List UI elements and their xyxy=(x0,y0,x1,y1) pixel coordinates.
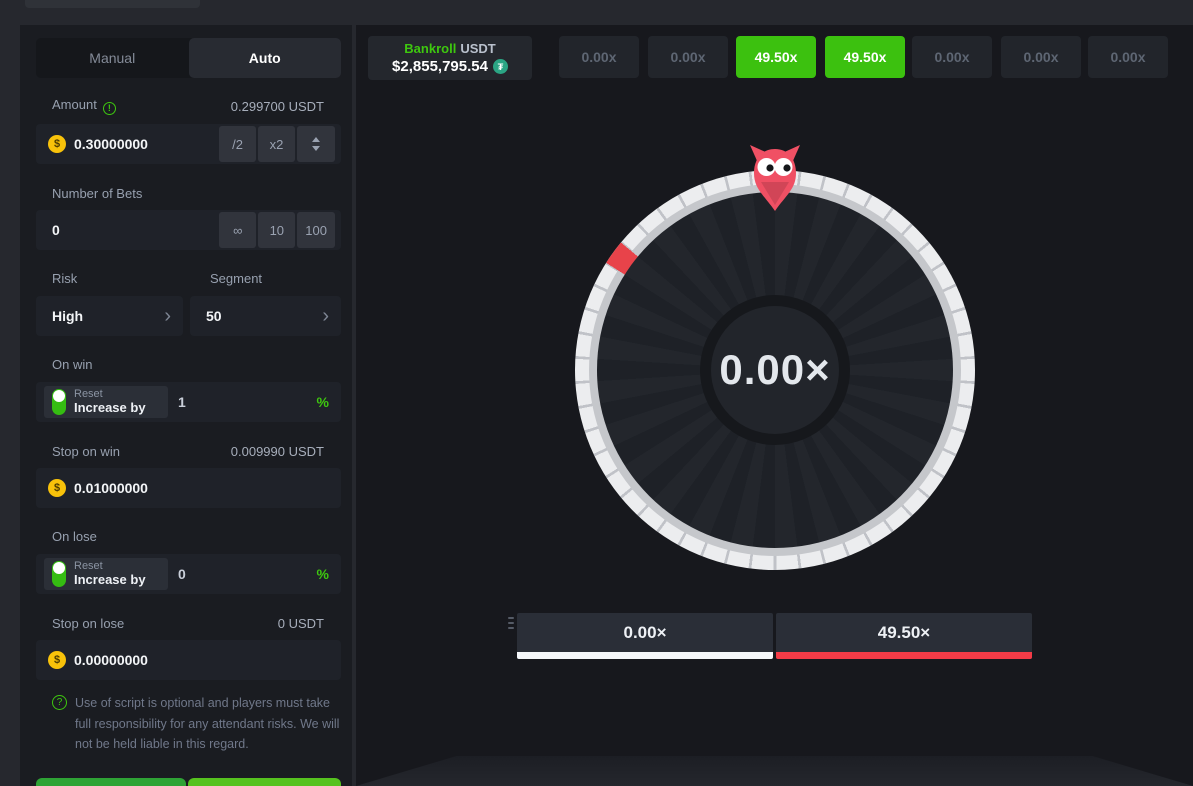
result-bar-win: 49.50× xyxy=(776,613,1032,659)
bankroll-currency: USDT xyxy=(460,41,495,56)
chevron-right-icon: › xyxy=(322,306,329,326)
stop-on-win-converted: 0.009990 USDT xyxy=(231,444,324,459)
on-win-increase-option[interactable]: Increase by xyxy=(74,401,146,416)
amount-label: Amount! xyxy=(52,97,116,115)
on-win-percent-sign: % xyxy=(317,382,329,422)
toggle-pill-icon xyxy=(52,389,66,415)
bankroll-label: Bankroll xyxy=(404,41,456,56)
bets-infinity-button[interactable]: ∞ xyxy=(219,212,256,248)
stop-on-win-label-row: Stop on win 0.009990 USDT xyxy=(52,443,324,459)
coin-icon: $ xyxy=(48,135,66,153)
mode-tabs: Manual Auto xyxy=(36,38,341,78)
number-of-bets-input[interactable]: 0 ∞ 10 100 xyxy=(36,210,341,250)
on-lose-toggle[interactable]: Reset Increase by xyxy=(44,558,168,590)
amount-value: 0.30000000 xyxy=(74,136,219,152)
risk-label: Risk xyxy=(52,271,77,286)
top-nav-stub xyxy=(25,0,200,8)
coin-icon: $ xyxy=(48,651,66,669)
owl-pointer-icon xyxy=(748,145,802,215)
risk-value: High xyxy=(52,308,83,324)
wheel: 0.00× xyxy=(575,170,975,570)
number-of-bets-value: 0 xyxy=(52,222,219,238)
result-bar-lose: 0.00× xyxy=(517,613,773,659)
risk-select[interactable]: High › xyxy=(36,296,183,336)
tab-auto[interactable]: Auto xyxy=(189,38,342,78)
bets-label-row: Number of Bets xyxy=(52,185,324,201)
recent-multiplier-2[interactable]: 0.00x xyxy=(648,36,728,78)
stop-on-win-value: 0.01000000 xyxy=(74,480,341,496)
on-win-value[interactable]: 1 xyxy=(178,382,186,422)
amount-label-row: Amount! 0.299700 USDT xyxy=(52,98,324,114)
bet-control-sidebar: Manual Auto Amount! 0.299700 USDT $ 0.30… xyxy=(20,25,352,786)
on-win-label: On win xyxy=(52,357,92,372)
bets-100-button[interactable]: 100 xyxy=(297,212,335,248)
segment-select[interactable]: 50 › xyxy=(190,296,341,336)
amount-converted: 0.299700 USDT xyxy=(231,99,324,114)
stage-floor xyxy=(356,756,1193,786)
recent-multiplier-6[interactable]: 0.00x xyxy=(1001,36,1081,78)
stop-on-lose-label: Stop on lose xyxy=(52,616,124,631)
step-up-icon xyxy=(312,137,320,142)
result-bar-win-label: 49.50× xyxy=(776,613,1032,652)
toggle-knob xyxy=(53,562,65,574)
stop-on-win-label: Stop on win xyxy=(52,444,120,459)
coin-icon: $ xyxy=(48,479,66,497)
toggle-pill-icon xyxy=(52,561,66,587)
grip-icon xyxy=(508,617,514,629)
toggle-knob xyxy=(53,390,65,402)
question-icon: ? xyxy=(52,695,67,710)
recent-multiplier-3[interactable]: 49.50x xyxy=(736,36,816,78)
on-win-row: Reset Increase by 1 % xyxy=(36,382,341,422)
result-bar-win-underline xyxy=(776,652,1032,659)
bets-10-button[interactable]: 10 xyxy=(258,212,295,248)
start-autobet-button[interactable] xyxy=(188,778,341,786)
step-down-icon xyxy=(312,146,320,151)
info-icon: ! xyxy=(103,102,116,115)
stop-on-lose-label-row: Stop on lose 0 USDT xyxy=(52,615,324,631)
game-area: Bankroll USDT $2,855,795.54 ₮ 0.00x 0.00x… xyxy=(356,25,1193,786)
amount-input[interactable]: $ 0.30000000 /2 x2 xyxy=(36,124,341,164)
on-lose-reset-option[interactable]: Reset xyxy=(74,560,146,573)
result-bar-lose-underline xyxy=(517,652,773,659)
segment-value: 50 xyxy=(206,308,222,324)
on-win-reset-option[interactable]: Reset xyxy=(74,388,146,401)
on-lose-value[interactable]: 0 xyxy=(178,554,186,594)
result-bar-lose-label: 0.00× xyxy=(517,613,773,652)
tab-manual[interactable]: Manual xyxy=(36,38,189,78)
on-lose-increase-option[interactable]: Increase by xyxy=(74,573,146,588)
on-win-toggle[interactable]: Reset Increase by xyxy=(44,386,168,418)
tether-icon: ₮ xyxy=(493,59,508,74)
stop-on-lose-input[interactable]: $ 0.00000000 xyxy=(36,640,341,680)
number-of-bets-label: Number of Bets xyxy=(52,186,142,201)
bankroll-button[interactable]: Bankroll USDT $2,855,795.54 ₮ xyxy=(368,36,532,80)
stop-on-lose-converted: 0 USDT xyxy=(278,616,324,631)
recent-multiplier-1[interactable]: 0.00x xyxy=(559,36,639,78)
recent-multiplier-7[interactable]: 0.00x xyxy=(1088,36,1168,78)
recent-multiplier-5[interactable]: 0.00x xyxy=(912,36,992,78)
stop-on-win-input[interactable]: $ 0.01000000 xyxy=(36,468,341,508)
double-bet-button[interactable]: x2 xyxy=(258,126,295,162)
secondary-action-button[interactable] xyxy=(36,778,186,786)
disclaimer-text: Use of script is optional and players mu… xyxy=(75,693,340,755)
script-disclaimer: ? Use of script is optional and players … xyxy=(52,693,340,755)
segment-label: Segment xyxy=(210,271,262,286)
on-lose-label: On lose xyxy=(52,529,97,544)
bankroll-amount: $2,855,795.54 xyxy=(392,58,488,75)
on-lose-percent-sign: % xyxy=(317,554,329,594)
wheel-center-multiplier: 0.00× xyxy=(575,170,975,570)
recent-multiplier-4[interactable]: 49.50x xyxy=(825,36,905,78)
half-bet-button[interactable]: /2 xyxy=(219,126,256,162)
amount-stepper[interactable] xyxy=(297,126,335,162)
stop-on-lose-value: 0.00000000 xyxy=(74,652,341,668)
chevron-right-icon: › xyxy=(164,306,171,326)
on-lose-row: Reset Increase by 0 % xyxy=(36,554,341,594)
